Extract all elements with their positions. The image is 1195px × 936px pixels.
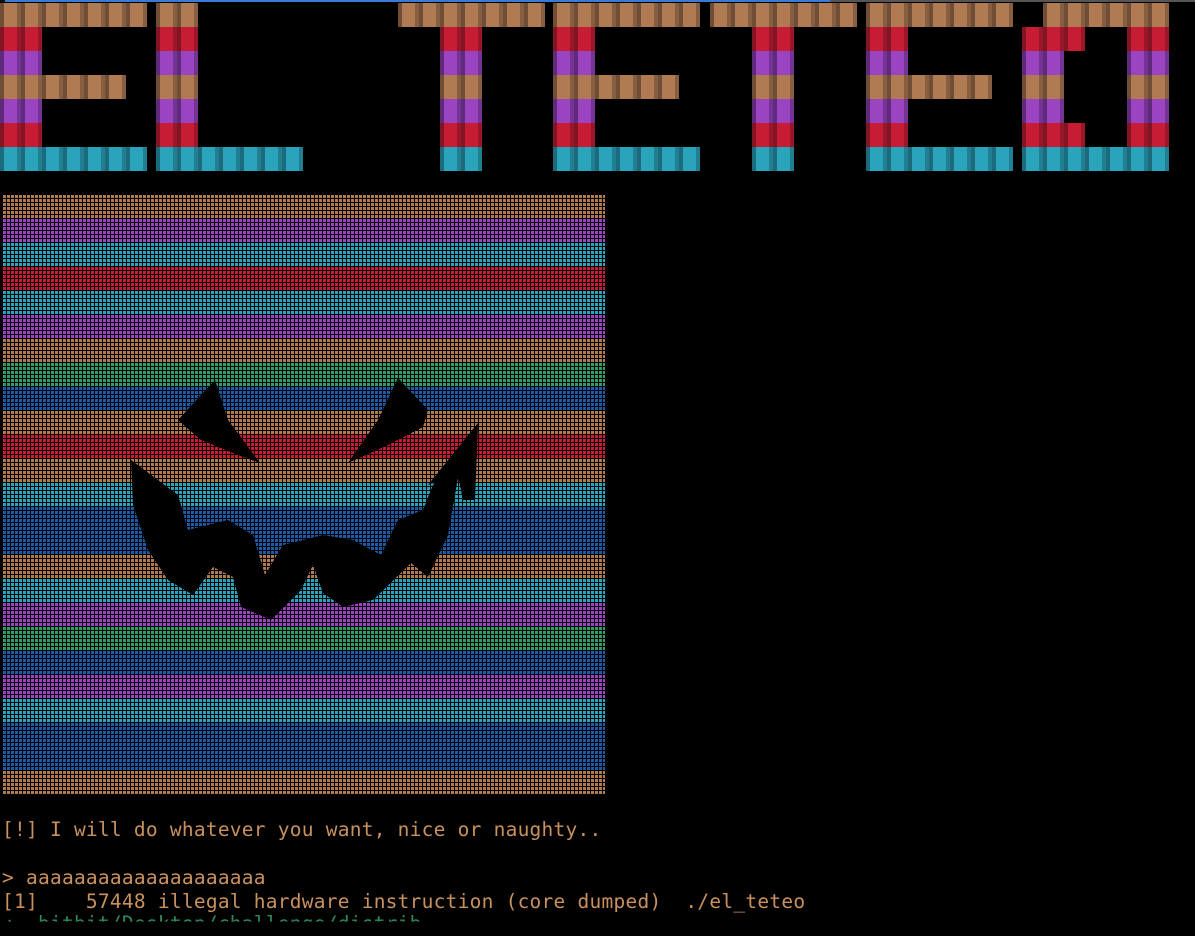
stripe-band (3, 243, 605, 268)
banner-letter-t (710, 3, 857, 171)
stripe-band (3, 675, 605, 700)
stripe-band (3, 363, 605, 388)
el-teteo-banner-logo (0, 3, 1169, 171)
stripe-band (3, 771, 605, 795)
program-message: [!] I will do whatever you want, nice or… (2, 818, 602, 841)
banner-letter-l (156, 3, 303, 171)
stripe-band (3, 747, 605, 772)
stripe-band (3, 411, 605, 436)
stripe-band (3, 459, 605, 484)
stripe-band (3, 435, 605, 460)
banner-letter-e (0, 3, 147, 171)
rainbow-stripes (3, 195, 605, 795)
stripe-band (3, 387, 605, 412)
stripe-band (3, 219, 605, 244)
stripe-band (3, 627, 605, 652)
banner-letter-e (553, 3, 700, 171)
stripe-band (3, 267, 605, 292)
evil-face-ascii-art (3, 195, 605, 795)
stripe-band (3, 483, 605, 508)
stripe-band (3, 507, 605, 532)
user-input-line: > aaaaaaaaaaaaaaaaaaaa (2, 866, 266, 889)
banner-letter-e (866, 3, 1013, 171)
stripe-band (3, 723, 605, 748)
banner-letter-o (1022, 3, 1169, 171)
crash-message: [1] 57448 illegal hardware instruction (… (2, 890, 806, 913)
stripe-band (3, 291, 605, 316)
stripe-band (3, 651, 605, 676)
banner-letter-t (398, 3, 545, 171)
shell-prompt: ➜ bitbit/Desktop/challenge/distrib (2, 912, 422, 935)
stripe-band (3, 315, 605, 340)
stripe-band (3, 699, 605, 724)
stripe-band (3, 603, 605, 628)
stripe-band (3, 195, 605, 220)
stripe-band (3, 339, 605, 364)
